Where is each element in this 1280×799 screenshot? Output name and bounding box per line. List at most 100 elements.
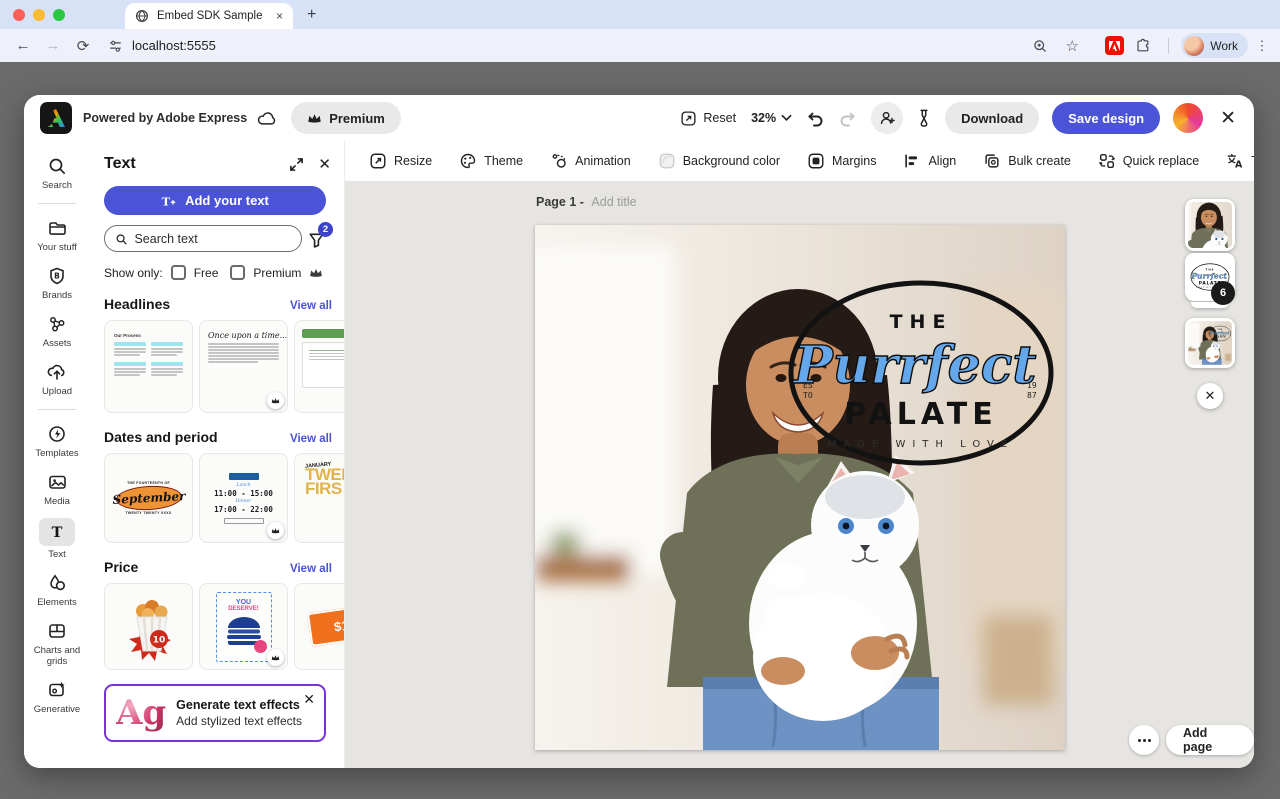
close-pages-rail-button[interactable]: ✕ (1197, 383, 1223, 409)
page-thumbnail-3[interactable] (1185, 318, 1235, 368)
address-bar[interactable]: localhost:5555 (108, 38, 1023, 53)
extensions-icon[interactable] (1130, 33, 1156, 59)
canvas-area[interactable]: Page 1 - Add title 6 ✕ (345, 181, 1254, 768)
headline-template-green[interactable] (294, 320, 345, 413)
reset-button[interactable]: Reset (680, 110, 736, 127)
quick-replace-icon (1098, 152, 1116, 170)
window-controls[interactable] (0, 0, 79, 29)
headline-template-once-upon[interactable]: Once upon a time... (199, 320, 288, 413)
zoom-icon[interactable] (1027, 33, 1053, 59)
sidebar-item-media[interactable]: Media (24, 471, 90, 508)
resize-button[interactable]: Resize (369, 152, 432, 170)
close-window-button[interactable] (13, 9, 25, 21)
redo-icon[interactable] (838, 109, 858, 127)
browser-profile-chip[interactable]: Work (1181, 33, 1248, 58)
bookmark-star-icon[interactable]: ☆ (1059, 33, 1085, 59)
browser-tab[interactable]: Embed SDK Sample × (125, 3, 293, 29)
design-canvas[interactable] (535, 225, 1065, 750)
more-options-button[interactable] (1129, 725, 1159, 755)
quick-replace-button[interactable]: Quick replace (1098, 152, 1199, 170)
adobe-extension-icon[interactable] (1105, 36, 1124, 55)
align-button[interactable]: Align (903, 152, 956, 170)
close-editor-icon[interactable]: ✕ (1220, 107, 1236, 130)
add-page-button[interactable]: Add page (1166, 725, 1254, 755)
browser-menu-icon[interactable]: ⋮ (1254, 38, 1270, 54)
forward-button[interactable]: → (40, 33, 66, 59)
fullscreen-window-button[interactable] (53, 9, 65, 21)
filter-button[interactable]: 2 (307, 226, 331, 252)
share-invite-button[interactable] (871, 102, 903, 134)
search-icon (115, 232, 127, 246)
brand-shield-icon: B (47, 265, 67, 287)
bulk-create-button[interactable]: Bulk create (983, 152, 1071, 170)
chevron-down-icon (781, 114, 792, 122)
reload-button[interactable]: ⟳ (70, 33, 96, 59)
svg-text:B: B (54, 271, 60, 280)
free-label: Free (194, 266, 219, 280)
undo-icon[interactable] (805, 109, 825, 127)
add-your-text-button[interactable]: T Add your text (104, 186, 326, 215)
search-text-input[interactable] (134, 232, 291, 246)
globe-icon (135, 9, 149, 23)
margins-button[interactable]: Margins (807, 152, 876, 170)
sidebar-item-upload[interactable]: Upload (24, 361, 90, 398)
price-template-popcorn[interactable]: 10 (104, 583, 193, 670)
beta-flask-icon[interactable] (916, 109, 932, 128)
sidebar-item-text[interactable]: T Text (24, 518, 90, 561)
text-search-field[interactable] (104, 225, 302, 252)
background-color-button[interactable]: Background color (658, 152, 780, 170)
sidebar-item-assets[interactable]: Assets (24, 313, 90, 350)
headlines-view-all-link[interactable]: View all (290, 300, 332, 312)
price-template-burger[interactable]: YOU DESERVE! (199, 583, 288, 670)
sidebar-item-templates[interactable]: Templates (24, 423, 90, 460)
minimize-window-button[interactable] (33, 9, 45, 21)
cloud-sync-icon[interactable] (257, 110, 277, 126)
sidebar-item-search[interactable]: Search (24, 155, 90, 192)
translate-button[interactable]: A Translate NEW (1226, 152, 1254, 170)
page-title-placeholder[interactable]: Add title (591, 195, 636, 209)
sidebar-item-elements[interactable]: Elements (24, 572, 90, 609)
sidebar-item-brands[interactable]: B Brands (24, 265, 90, 302)
date-template-september[interactable]: THE FOURTEENTH OF September TWENTY TWENT… (104, 453, 193, 543)
close-panel-icon[interactable]: ✕ (318, 155, 331, 173)
free-checkbox[interactable] (171, 265, 186, 280)
svg-text:A: A (1235, 159, 1243, 170)
price-view-all-link[interactable]: View all (290, 563, 332, 575)
new-tab-button[interactable]: + (307, 6, 316, 29)
date-template-hours[interactable]: Lunch 11:00 - 15:00 Dinner 17:00 - 22:00 (199, 453, 288, 543)
text-icon: T (39, 518, 75, 546)
sidebar-item-your-stuff[interactable]: Your stuff (24, 217, 90, 254)
close-tab-icon[interactable]: × (276, 9, 283, 23)
sidebar-item-charts-and-grids[interactable]: Charts and grids (24, 620, 90, 668)
url-text[interactable]: localhost:5555 (132, 38, 216, 53)
align-icon (903, 152, 921, 170)
user-avatar[interactable] (1173, 103, 1203, 133)
site-settings-icon[interactable] (108, 38, 123, 53)
price-template-12-dollar-tag[interactable]: $12 (294, 583, 345, 670)
premium-checkbox[interactable] (230, 265, 245, 280)
animation-button[interactable]: Animation (550, 152, 631, 170)
sidebar-item-generative[interactable]: Generative (24, 679, 90, 716)
premium-button[interactable]: Premium (291, 102, 401, 134)
back-button[interactable]: ← (10, 33, 36, 59)
generate-text-effects-promo[interactable]: Ag Generate text effects Add stylized te… (104, 684, 326, 742)
show-only-label: Show only: (104, 266, 163, 280)
browser-chrome: Embed SDK Sample × + ← → ⟳ localhost:555… (0, 0, 1280, 62)
date-template-january[interactable]: JANUARY TWEN FIRS (294, 453, 345, 543)
headline-template-our-process[interactable]: Our Process (104, 320, 193, 413)
powered-by-label: Powered by Adobe Express (83, 111, 247, 125)
generative-sparkle-icon (47, 679, 67, 701)
zoom-level-dropdown[interactable]: 32% (751, 111, 792, 125)
profile-name: Work (1210, 39, 1238, 53)
profile-avatar (1184, 36, 1204, 56)
expand-panel-icon[interactable] (289, 157, 304, 172)
save-design-button[interactable]: Save design (1052, 102, 1160, 134)
left-sidebar: Search Your stuff B Brands Assets Upload… (24, 141, 90, 768)
theme-button[interactable]: Theme (459, 152, 523, 170)
media-icon (47, 471, 68, 493)
page-thumbnail-1[interactable] (1185, 199, 1235, 251)
reset-view-icon (680, 110, 697, 127)
close-promo-icon[interactable]: ✕ (303, 691, 315, 708)
dates-view-all-link[interactable]: View all (290, 433, 332, 445)
download-button[interactable]: Download (945, 102, 1039, 134)
